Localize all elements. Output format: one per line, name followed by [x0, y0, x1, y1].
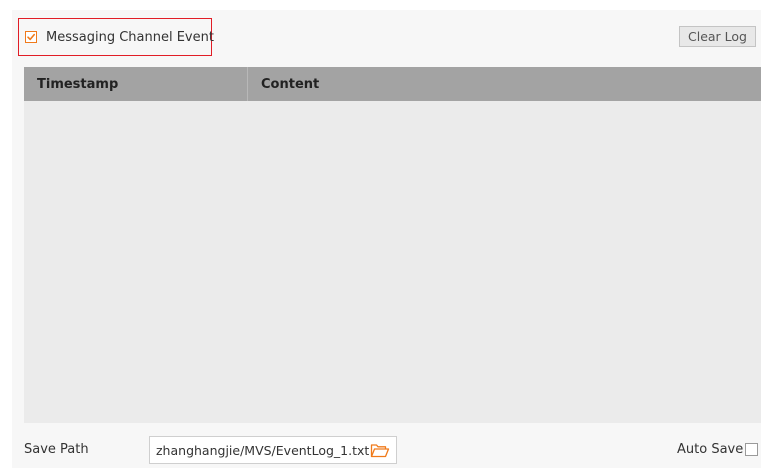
- messaging-channel-event-label: Messaging Channel Event: [46, 29, 214, 45]
- folder-open-icon[interactable]: [370, 442, 390, 458]
- auto-save-checkbox[interactable]: [745, 443, 758, 456]
- column-header-timestamp[interactable]: Timestamp: [24, 67, 248, 101]
- save-path-value[interactable]: zhanghangjie/MVS/EventLog_1.txt: [156, 443, 370, 458]
- save-path-label: Save Path: [24, 442, 89, 457]
- save-path-field[interactable]: zhanghangjie/MVS/EventLog_1.txt: [149, 436, 397, 464]
- event-log-table: Timestamp Content: [24, 67, 761, 423]
- messaging-channel-event-checkbox[interactable]: [25, 31, 37, 43]
- auto-save-label: Auto Save: [677, 442, 744, 457]
- checkmark-icon: [27, 33, 35, 41]
- table-header: Timestamp Content: [24, 67, 761, 101]
- clear-log-button[interactable]: Clear Log: [679, 26, 756, 47]
- messaging-channel-event-toggle[interactable]: Messaging Channel Event: [18, 18, 214, 56]
- column-header-content[interactable]: Content: [248, 67, 761, 101]
- event-log-body[interactable]: [24, 101, 761, 423]
